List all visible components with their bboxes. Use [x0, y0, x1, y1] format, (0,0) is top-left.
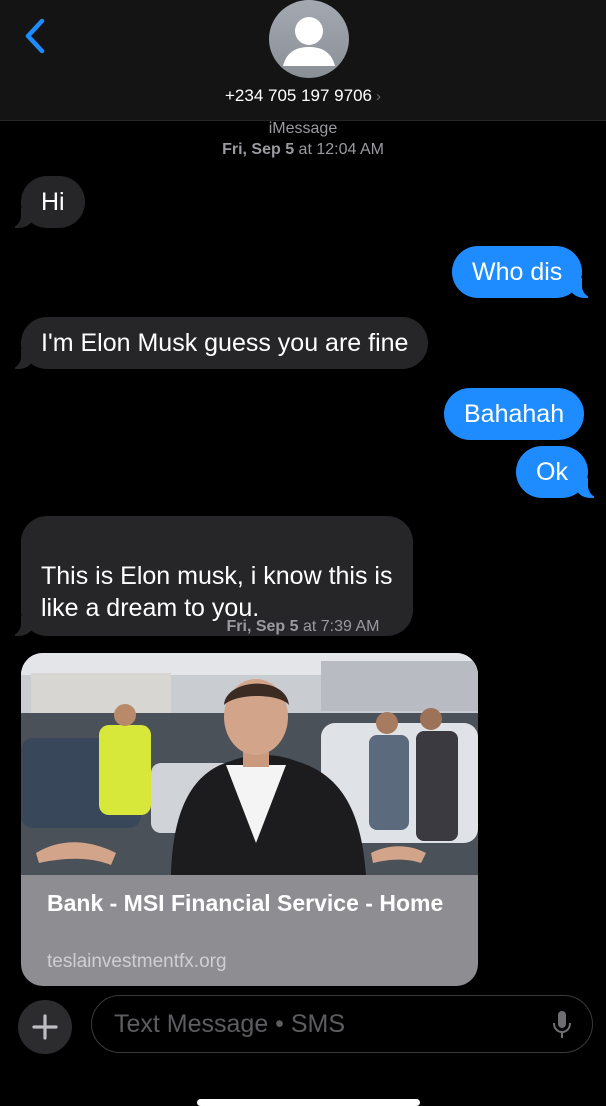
- service-label: iMessage: [268, 120, 338, 137]
- conversation-header: +234 705 197 9706 ›: [0, 0, 606, 121]
- microphone-icon[interactable]: [552, 1010, 572, 1040]
- chevron-left-icon[interactable]: [18, 16, 52, 56]
- timestamp-day: Fri, Sep 5: [226, 618, 299, 635]
- timestamp-2: Fri, Sep 5 at 7:39 AM: [0, 618, 606, 636]
- link-preview-domain: teslainvestmentfx.org: [47, 951, 227, 972]
- link-preview-title: Bank - MSI Financial Service - Home: [47, 890, 444, 916]
- message-bubble-sent[interactable]: Ok: [516, 446, 600, 498]
- link-preview-card[interactable]: Bank - MSI Financial Service - Home tesl…: [21, 653, 478, 986]
- person-icon: [283, 17, 335, 66]
- message-bubble-sent[interactable]: Bahahah: [444, 388, 585, 440]
- timestamp-day: Fri, Sep 5: [222, 141, 295, 158]
- plus-icon: [32, 1014, 58, 1040]
- message-bubble-sent[interactable]: Who dis: [452, 246, 595, 298]
- message-bubble-received[interactable]: Hi: [9, 176, 85, 228]
- message-input-placeholder: Text Message • SMS: [114, 1010, 346, 1038]
- contact-name[interactable]: +234 705 197 9706 ›: [0, 86, 606, 106]
- contact-number: +234 705 197 9706: [224, 86, 372, 105]
- message-bubble-received[interactable]: I'm Elon Musk guess you are fine: [8, 317, 429, 369]
- message-text: Ok: [536, 458, 568, 486]
- message-text: Hi: [41, 188, 65, 216]
- message-input[interactable]: Text Message • SMS: [91, 995, 593, 1053]
- add-attachment-button[interactable]: [18, 1000, 72, 1054]
- timestamp-time: at 7:39 AM: [302, 618, 380, 635]
- home-indicator: [197, 1099, 420, 1106]
- message-text: Bahahah: [464, 400, 565, 428]
- link-preview-image: [21, 653, 478, 875]
- message-text: I'm Elon Musk guess you are fine: [41, 329, 409, 357]
- message-text: Who dis: [472, 258, 563, 286]
- contact-avatar[interactable]: [269, 0, 349, 78]
- timestamp-time: at 12:04 AM: [298, 141, 384, 158]
- message-text: This is Elon musk, i know this is like a…: [41, 562, 393, 622]
- timestamp-1: Fri, Sep 5 at 12:04 AM: [0, 141, 606, 159]
- chevron-right-icon: ›: [376, 88, 381, 105]
